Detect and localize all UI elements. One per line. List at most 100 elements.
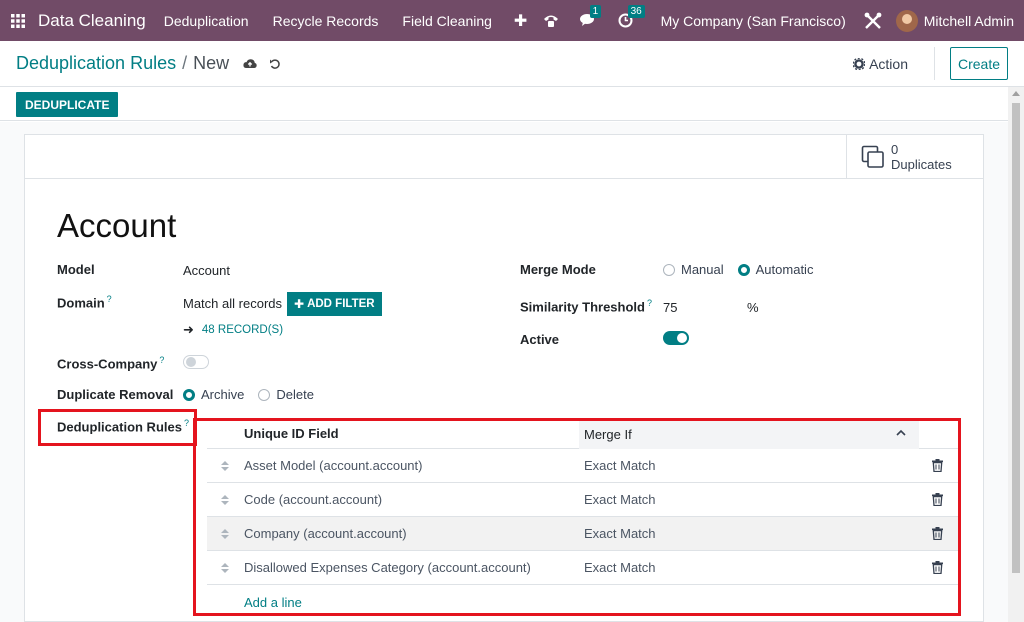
row-merge[interactable]: Exact Match (584, 526, 656, 541)
col-merge-if[interactable]: Merge If (579, 419, 919, 449)
similarity-label: Similarity Threshold (520, 299, 645, 315)
user-menu[interactable]: Mitchell Admin (924, 13, 1014, 29)
messages-badge: 1 (589, 5, 602, 18)
menu-field-cleaning[interactable]: Field Cleaning (402, 13, 492, 29)
menu-deduplication[interactable]: Deduplication (164, 13, 249, 29)
add-filter-button[interactable]: ✚ ADD FILTER (287, 292, 382, 316)
merge-mode-label: Merge Mode (520, 262, 596, 277)
menu-recycle-records[interactable]: Recycle Records (273, 13, 379, 29)
table-header: Unique ID Field Merge If (207, 419, 959, 449)
model-label: Model (57, 262, 95, 277)
deduplicate-button[interactable]: DEDUPLICATE (16, 92, 119, 117)
table-row[interactable]: Asset Model (account.account) Exact Matc… (207, 449, 959, 483)
chevron-up-icon[interactable] (895, 427, 907, 439)
save-cloud-icon[interactable] (243, 58, 257, 70)
action-menu-button[interactable]: Action (853, 56, 908, 72)
row-merge[interactable]: Exact Match (584, 560, 656, 575)
col-unique-id-field[interactable]: Unique ID Field (244, 426, 339, 441)
domain-label: Domain (57, 295, 105, 311)
messages-icon[interactable]: 1 (579, 5, 602, 28)
merge-automatic-label: Automatic (755, 262, 814, 277)
row-merge[interactable]: Exact Match (584, 492, 656, 507)
model-value[interactable]: Account (183, 263, 230, 278)
merge-option-automatic[interactable]: Automatic (737, 262, 814, 277)
record-title[interactable]: Account (57, 207, 176, 245)
activities-icon[interactable]: 36 (618, 5, 645, 28)
activities-badge: 36 (627, 5, 645, 18)
removal-option-delete[interactable]: Delete (258, 387, 314, 402)
row-field[interactable]: Company (account.account) (244, 526, 407, 541)
cross-company-label-wrap: Cross-Company? (57, 355, 164, 371)
similarity-label-wrap: Similarity Threshold? (520, 298, 652, 314)
radio-archive[interactable] (183, 388, 195, 401)
form-sheet: 0 Duplicates Account Model Account Domai… (24, 134, 984, 622)
drag-handle-icon[interactable] (221, 494, 229, 506)
trash-icon[interactable] (932, 561, 943, 574)
domain-help-icon[interactable]: ? (107, 294, 112, 304)
add-a-line-link[interactable]: Add a line (207, 585, 959, 619)
duplicate-removal-label: Duplicate Removal (57, 387, 174, 402)
dedup-rules-help-icon[interactable]: ? (184, 418, 189, 428)
duplicate-removal-radio-group: Archive Delete (183, 387, 328, 402)
divider (934, 47, 935, 80)
row-field[interactable]: Disallowed Expenses Category (account.ac… (244, 560, 531, 575)
debug-tools-icon[interactable] (864, 12, 882, 30)
apps-menu-icon[interactable] (0, 0, 36, 41)
merge-option-manual[interactable]: Manual (663, 262, 724, 277)
trash-icon[interactable] (932, 459, 943, 472)
dedup-rules-label-wrap: Deduplication Rules? (57, 418, 189, 434)
breadcrumb-parent[interactable]: Deduplication Rules (16, 53, 176, 74)
row-field[interactable]: Asset Model (account.account) (244, 458, 422, 473)
app-title[interactable]: Data Cleaning (38, 11, 146, 31)
breadcrumb: Deduplication Rules / New (16, 53, 281, 74)
plus-icon[interactable]: ✚ (514, 11, 527, 31)
active-toggle[interactable] (663, 331, 689, 345)
domain-match-value[interactable]: all records (222, 296, 282, 311)
toggle-knob (677, 333, 687, 343)
action-label: Action (869, 56, 908, 72)
arrow-right-icon: ➜ (183, 322, 194, 337)
cross-company-help-icon[interactable]: ? (159, 355, 164, 365)
merge-mode-radio-group: Manual Automatic (663, 262, 827, 277)
duplicates-label: Duplicates (891, 157, 952, 172)
add-filter-label: ADD FILTER (307, 298, 375, 310)
radio-delete[interactable] (258, 388, 271, 401)
removal-option-archive[interactable]: Archive (183, 387, 244, 402)
trash-icon[interactable] (932, 527, 943, 540)
button-box: 0 Duplicates (25, 135, 983, 179)
row-merge[interactable]: Exact Match (584, 458, 656, 473)
page-scrollbar[interactable] (1008, 87, 1024, 622)
duplicates-stat-button[interactable]: 0 Duplicates (846, 135, 983, 179)
table-row[interactable]: Company (account.account) Exact Match (207, 517, 959, 551)
similarity-value-input[interactable]: 75 (663, 300, 677, 315)
avatar[interactable] (895, 9, 918, 32)
discard-undo-icon[interactable] (269, 58, 281, 70)
radio-manual[interactable] (663, 263, 675, 276)
gear-icon (853, 58, 866, 70)
company-switcher[interactable]: My Company (San Francisco) (661, 13, 846, 29)
removal-archive-label: Archive (201, 387, 245, 402)
merge-manual-label: Manual (681, 262, 724, 277)
similarity-unit: % (747, 300, 759, 315)
drag-handle-icon[interactable] (221, 562, 229, 574)
scroll-up-icon[interactable] (1012, 91, 1020, 96)
table-row[interactable]: Code (account.account) Exact Match (207, 483, 959, 517)
breadcrumb-current: New (193, 53, 230, 73)
scrollbar-thumb[interactable] (1012, 103, 1020, 573)
col-merge-if-label: Merge If (584, 426, 632, 442)
trash-icon[interactable] (932, 493, 943, 506)
table-row[interactable]: Disallowed Expenses Category (account.ac… (207, 551, 959, 585)
drag-handle-icon[interactable] (221, 528, 229, 540)
row-field[interactable]: Code (account.account) (244, 492, 382, 507)
radio-automatic[interactable] (737, 263, 750, 276)
records-link[interactable]: ➜ 48 RECORD(S) (183, 322, 283, 338)
similarity-help-icon[interactable]: ? (647, 298, 652, 308)
control-panel: Deduplication Rules / New Action Create (0, 41, 1024, 87)
drag-handle-icon[interactable] (221, 460, 229, 472)
records-count: 48 RECORD(S) (201, 324, 284, 336)
phone-icon[interactable] (542, 13, 560, 29)
removal-delete-label: Delete (276, 387, 314, 402)
domain-match-text: Match all records (183, 296, 282, 311)
cross-company-toggle[interactable] (183, 355, 209, 369)
create-button[interactable]: Create (950, 47, 1008, 80)
